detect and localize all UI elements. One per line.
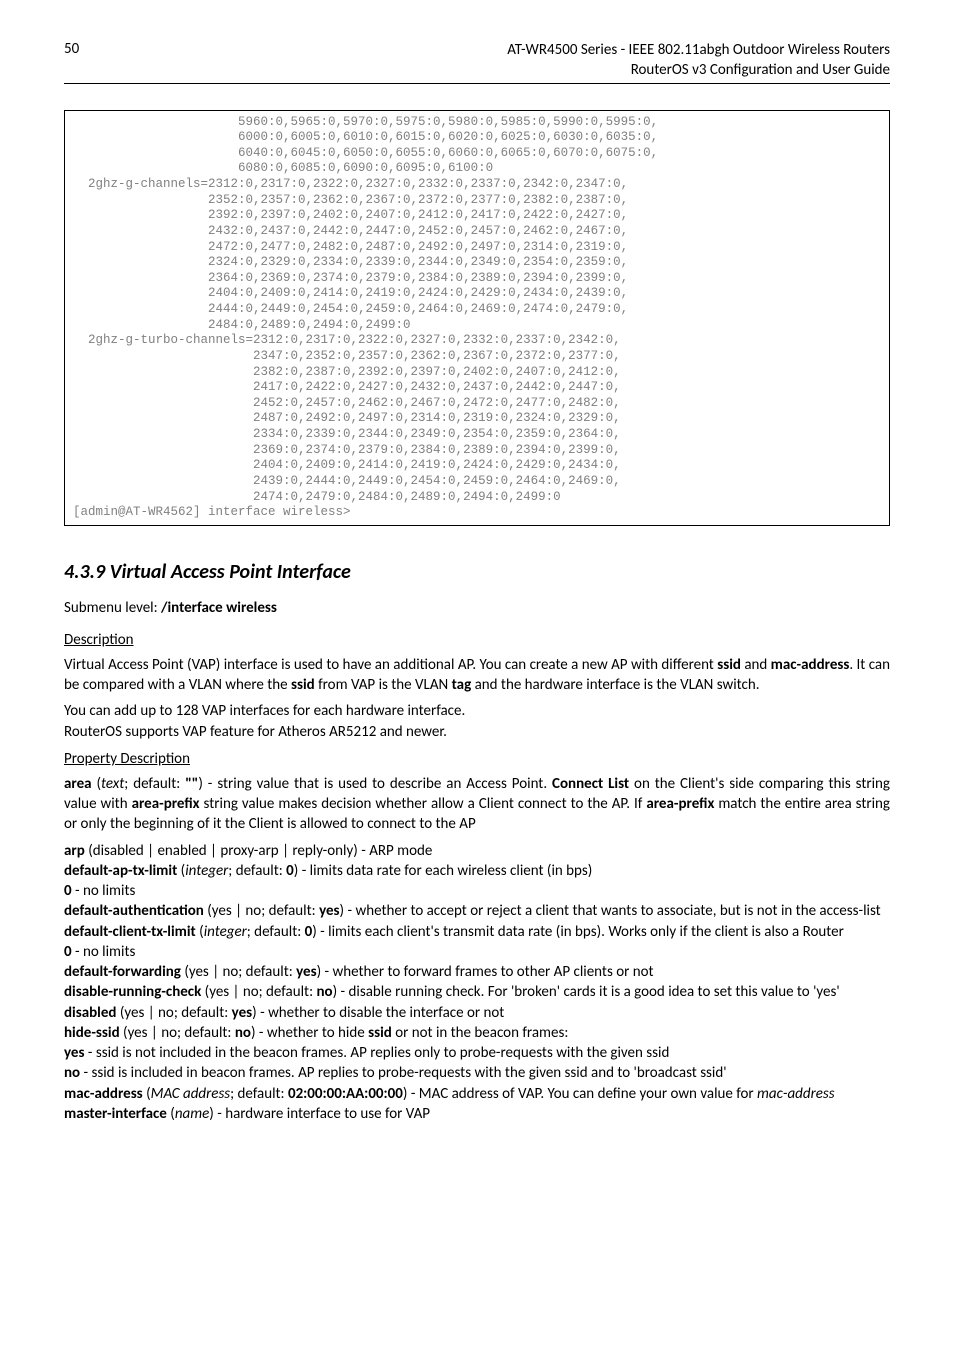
section-heading: 4.3.9 Virtual Access Point Interface — [64, 560, 890, 584]
prop-arp: arp (disabled | enabled | proxy-arp | re… — [64, 841, 890, 861]
description-paragraph: Virtual Access Point (VAP) interface is … — [64, 655, 890, 696]
description-heading: Description — [64, 631, 890, 649]
prop-default-forwarding: default-forwarding (yes | no; default: y… — [64, 962, 890, 982]
prop-default-authentication: default-authentication (yes | no; defaul… — [64, 901, 890, 921]
prop-disable-running-check: disable-running-check (yes | no; default… — [64, 982, 890, 1002]
code-block: 5960:0,5965:0,5970:0,5975:0,5980:0,5985:… — [64, 110, 890, 526]
prop-hide-ssid-yes: yes - ssid is not included in the beacon… — [64, 1043, 890, 1063]
prop-default-ap-tx-limit-zero: 0 - no limits — [64, 881, 890, 901]
prop-disabled: disabled (yes | no; default: yes) - whet… — [64, 1003, 890, 1023]
prop-master-interface: master-interface (name) - hardware inter… — [64, 1104, 890, 1124]
page-header: 50 AT-WR4500 Series - IEEE 802.11abgh Ou… — [64, 40, 890, 84]
page-number: 50 — [64, 40, 79, 58]
prop-default-client-tx-limit: default-client-tx-limit (integer; defaul… — [64, 922, 890, 942]
prop-area: area (text; default: "") - string value … — [64, 774, 890, 835]
property-description-heading: Property Description — [64, 750, 890, 768]
header-title: AT-WR4500 Series - IEEE 802.11abgh Outdo… — [507, 40, 890, 81]
description-line: RouterOS supports VAP feature for Athero… — [64, 722, 890, 742]
prop-hide-ssid: hide-ssid (yes | no; default: no) - whet… — [64, 1023, 890, 1043]
prop-hide-ssid-no: no - ssid is included in beacon frames. … — [64, 1063, 890, 1083]
submenu-level: Submenu level: /interface wireless — [64, 599, 890, 617]
prop-default-ap-tx-limit: default-ap-tx-limit (integer; default: 0… — [64, 861, 890, 881]
description-line: You can add up to 128 VAP interfaces for… — [64, 701, 890, 721]
prop-mac-address: mac-address (MAC address; default: 02:00… — [64, 1084, 890, 1104]
prop-default-client-tx-limit-zero: 0 - no limits — [64, 942, 890, 962]
